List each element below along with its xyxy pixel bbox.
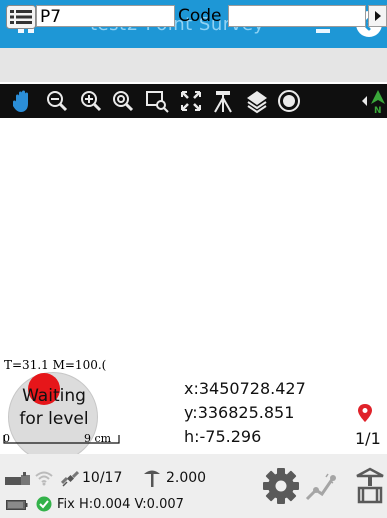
target-icon[interactable] <box>276 88 302 114</box>
minimize-icon[interactable] <box>316 29 330 33</box>
pan-hand-icon[interactable] <box>10 88 36 114</box>
h-coordinate: h:-75.296 <box>184 427 262 446</box>
instrument-icon[interactable] <box>210 88 236 114</box>
scale-start-label: 0 <box>3 432 10 445</box>
zoom-window-icon[interactable] <box>144 88 170 114</box>
play-arrow-icon[interactable] <box>368 5 387 27</box>
code-input[interactable] <box>228 5 366 27</box>
battery-icon <box>6 500 28 510</box>
scale-end-label: 9 cm <box>84 432 112 445</box>
location-pin-icon[interactable] <box>357 403 373 423</box>
level-status-line-2: for level <box>19 409 89 429</box>
settings-gear-icon[interactable] <box>262 467 300 505</box>
wifi-icon <box>35 471 53 486</box>
north-arrow-icon[interactable]: N <box>358 88 387 114</box>
map-toolbar: N <box>0 84 387 118</box>
svg-text:N: N <box>374 106 382 114</box>
x-coordinate: x:3450728.427 <box>184 379 306 398</box>
fit-all-icon[interactable] <box>178 88 204 114</box>
y-coordinate: y:336825.851 <box>184 403 295 422</box>
layers-icon[interactable] <box>244 88 270 114</box>
satellite-count: 10/17 <box>82 470 123 486</box>
receiver-icon <box>5 472 30 485</box>
survey-line-icon[interactable] <box>304 472 336 502</box>
antenna-height: 2.000 <box>166 470 207 486</box>
satellite-icon <box>60 470 80 487</box>
level-status-line-1: Waiting <box>22 386 86 406</box>
tilt-status-text: T=31.1 M=100.( <box>4 358 107 372</box>
code-label: Code <box>178 6 222 26</box>
zoom-in-icon[interactable] <box>78 88 104 114</box>
fix-status-icon <box>36 496 52 512</box>
point-name-input[interactable]: P7 <box>36 5 175 27</box>
antenna-icon <box>144 470 160 487</box>
stakeout-icon[interactable] <box>353 466 387 506</box>
list-menu-icon[interactable] <box>6 5 36 29</box>
fix-precision-text: Fix H:0.004 V:0.007 <box>57 497 184 512</box>
point-row <box>0 48 387 82</box>
zoom-out-icon[interactable] <box>44 88 70 114</box>
point-page-indicator: 1/1 <box>355 429 381 448</box>
zoom-extent-icon[interactable] <box>110 88 136 114</box>
level-status-text: Waiting for level <box>10 385 98 431</box>
